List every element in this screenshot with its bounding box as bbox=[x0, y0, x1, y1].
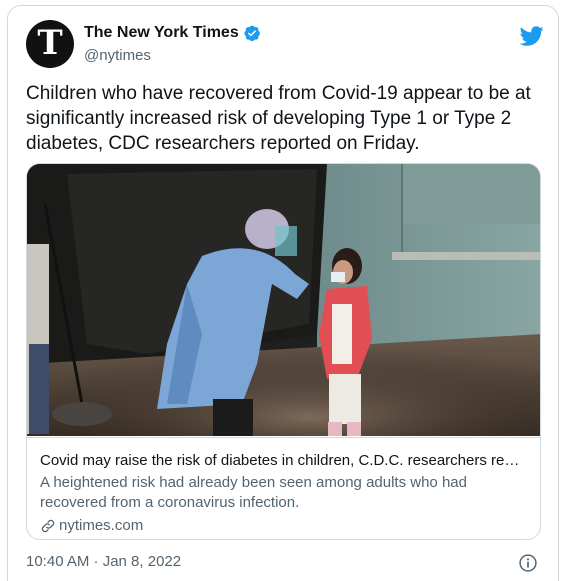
link-preview-card[interactable]: Covid may raise the risk of diabetes in … bbox=[26, 163, 541, 540]
name-row: The New York Times bbox=[84, 24, 261, 42]
link-title[interactable]: Covid may raise the risk of diabetes in … bbox=[40, 451, 530, 471]
link-domain-text: nytimes.com bbox=[59, 517, 144, 534]
article-photo[interactable] bbox=[27, 164, 541, 436]
user-handle[interactable]: @nytimes bbox=[84, 47, 151, 64]
twitter-bird-icon[interactable] bbox=[520, 24, 544, 48]
tweet-timestamp[interactable]: 10:40 AM · Jan 8, 2022 bbox=[26, 553, 181, 570]
verified-badge-icon bbox=[244, 25, 260, 42]
tweet-text: Children who have recovered from Covid-1… bbox=[26, 83, 531, 154]
link-info[interactable]: Covid may raise the risk of diabetes in … bbox=[27, 437, 540, 539]
link-domain[interactable]: nytimes.com bbox=[40, 516, 143, 536]
avatar-letter: T bbox=[37, 23, 63, 63]
link-description: A heightened risk had already been seen … bbox=[40, 474, 467, 511]
info-icon[interactable] bbox=[518, 553, 538, 573]
tweet-card: T The New York Times @nytimes Children w… bbox=[7, 5, 559, 581]
display-name[interactable]: The New York Times bbox=[84, 24, 239, 42]
tweet-header: T The New York Times @nytimes bbox=[26, 20, 546, 72]
link-icon bbox=[41, 519, 55, 533]
avatar[interactable]: T bbox=[26, 20, 74, 68]
